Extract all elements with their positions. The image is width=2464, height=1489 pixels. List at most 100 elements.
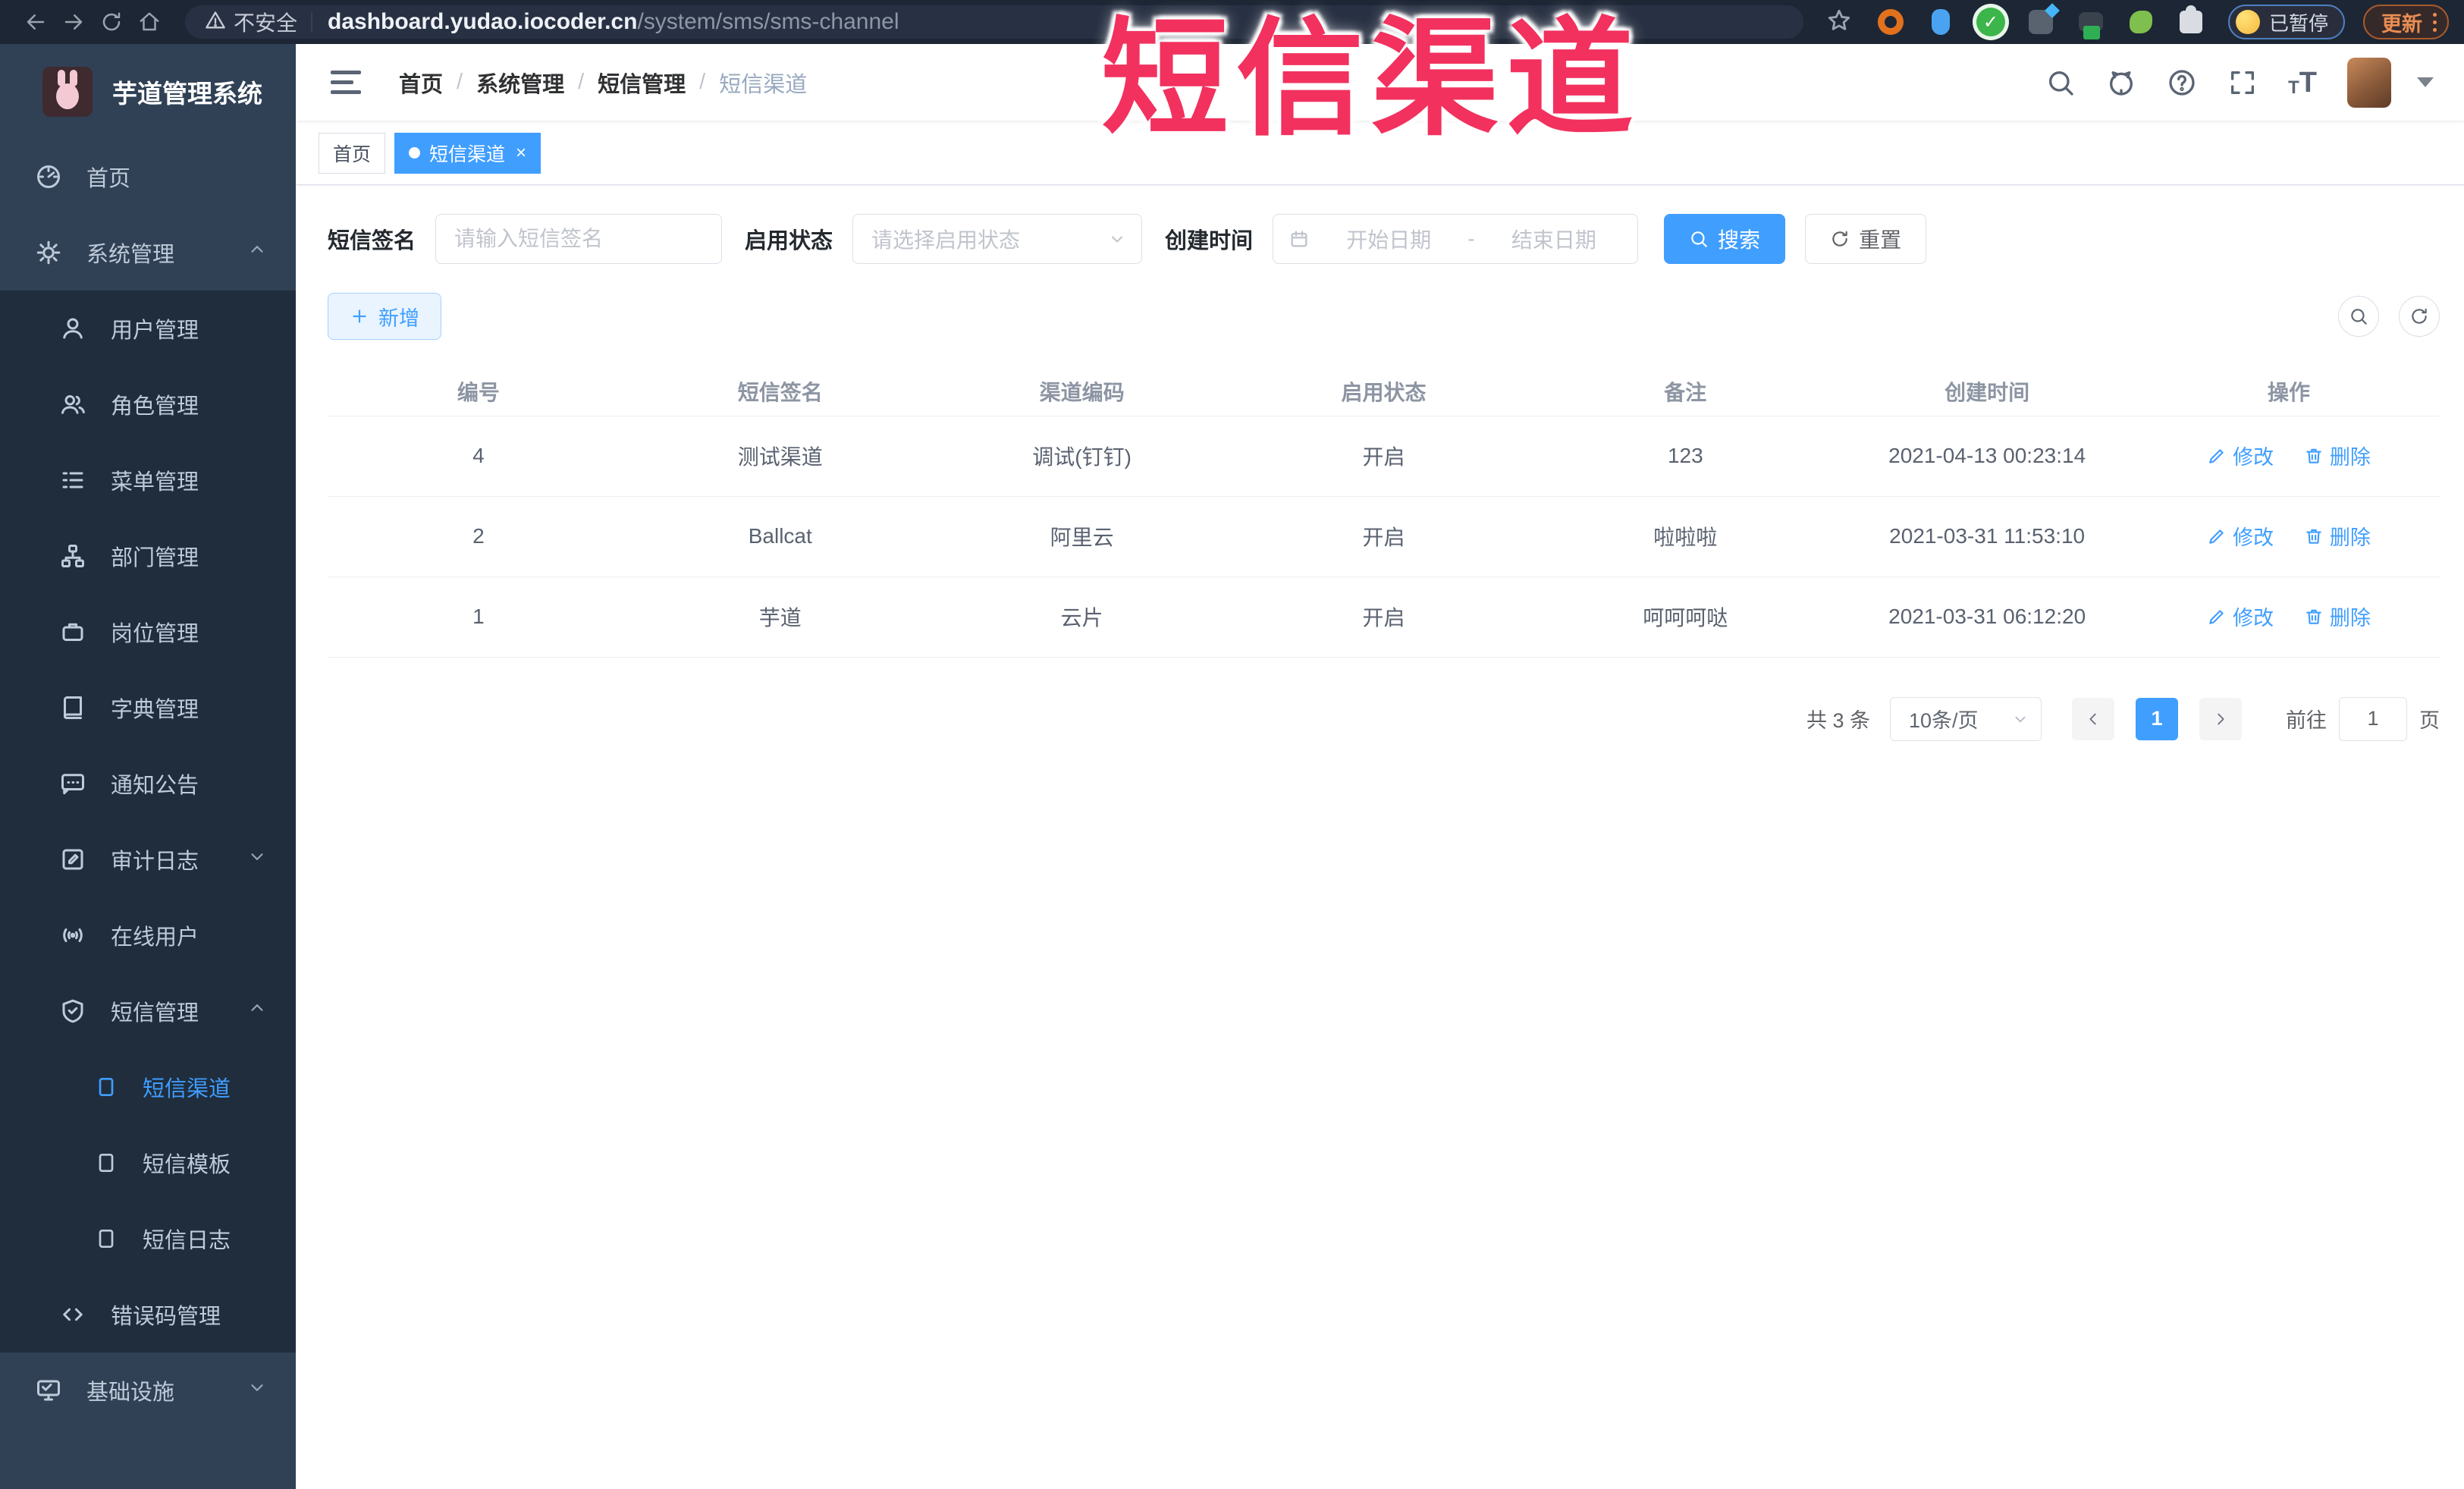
edit-link[interactable]: 修改 <box>2207 602 2274 631</box>
goto-page-input[interactable] <box>2339 696 2407 741</box>
search-button[interactable]: 搜索 <box>1664 214 1786 264</box>
delete-link[interactable]: 删除 <box>2304 521 2371 551</box>
cell-actions: 修改 删除 <box>2138 496 2440 577</box>
fullscreen-icon[interactable] <box>2227 68 2258 98</box>
close-icon[interactable]: × <box>516 143 526 162</box>
sidebar-item-label: 部门管理 <box>111 546 199 570</box>
security-label: 不安全 <box>234 11 298 35</box>
column-header: 备注 <box>1534 367 1837 416</box>
status-select[interactable]: 请选择启用状态 <box>852 214 1143 264</box>
page-1-button[interactable]: 1 <box>2136 697 2178 740</box>
delete-label: 删除 <box>2329 607 2371 630</box>
reset-button-label: 重置 <box>1859 228 1902 252</box>
sidebar-item-notices[interactable]: 通知公告 <box>0 746 296 821</box>
sidebar-item-menus[interactable]: 菜单管理 <box>0 442 296 518</box>
add-button[interactable]: 新增 <box>328 293 441 340</box>
extension-icon[interactable] <box>2175 5 2207 38</box>
refresh-table-button[interactable] <box>2399 296 2440 337</box>
sidebar-item-users[interactable]: 用户管理 <box>0 291 296 366</box>
font-size-icon[interactable]: TT <box>2288 68 2317 97</box>
prev-page-button[interactable] <box>2072 697 2114 740</box>
caret-down-icon[interactable] <box>2417 77 2434 87</box>
cell-id: 4 <box>328 416 629 497</box>
column-header: 编号 <box>328 367 629 416</box>
sidebar-item-sms-channel[interactable]: 短信渠道 <box>0 1049 296 1125</box>
file-icon <box>99 1154 114 1172</box>
breadcrumb-item[interactable]: 系统管理 <box>476 67 564 99</box>
delete-icon <box>2306 529 2321 544</box>
pagination: 共 3 条 10条/页 1 前往 页 <box>328 696 2440 741</box>
sidebar-item-audit-log[interactable]: 审计日志 <box>0 821 296 897</box>
file-icon <box>99 1230 114 1248</box>
forward-icon[interactable] <box>55 5 93 39</box>
signature-input[interactable] <box>435 214 723 264</box>
cell-code: 云片 <box>931 576 1233 658</box>
table-row: 1 芋道 云片 开启 呵呵呵哒 2021-03-31 06:12:20 修改 删… <box>328 576 2440 658</box>
chevron-up-icon <box>247 240 267 265</box>
cell-signature: Ballcat <box>629 496 931 577</box>
sidebar-item-sms-log[interactable]: 短信日志 <box>0 1201 296 1277</box>
sidebar-item-infrastructure[interactable]: 基础设施 <box>0 1352 296 1428</box>
sidebar-item-departments[interactable]: 部门管理 <box>0 518 296 594</box>
extension-icon[interactable] <box>2125 6 2157 38</box>
sidebar-item-online-users[interactable]: 在线用户 <box>0 897 296 973</box>
reset-button[interactable]: 重置 <box>1805 214 1927 264</box>
emoji-face-icon <box>2235 10 2260 34</box>
extension-icon[interactable] <box>1925 6 1957 38</box>
reload-icon[interactable] <box>93 5 130 39</box>
extension-icon[interactable]: ✓ <box>1975 6 2007 38</box>
extension-toolbar: ✓ <box>1875 3 2207 39</box>
sidebar-item-sms-template[interactable]: 短信模板 <box>0 1125 296 1201</box>
cell-created: 2021-04-13 00:23:14 <box>1836 416 2139 497</box>
signature-label: 短信签名 <box>328 229 416 253</box>
extension-icon[interactable] <box>2075 6 2107 39</box>
page-size-select[interactable]: 10条/页 <box>1890 696 2042 741</box>
avatar[interactable] <box>2347 57 2391 108</box>
url-bar[interactable]: 不安全 dashboard.yudao.iocoder.cn /system/s… <box>185 5 1803 39</box>
cell-signature: 测试渠道 <box>629 416 931 497</box>
delete-link[interactable]: 删除 <box>2304 602 2371 631</box>
sidebar-item-label: 通知公告 <box>111 774 199 798</box>
update-label: 更新 <box>2381 12 2422 36</box>
delete-icon <box>2306 448 2321 463</box>
tab-sms-channel[interactable]: 短信渠道 × <box>394 132 541 174</box>
extension-icon[interactable] <box>2025 3 2060 38</box>
sidebar-item-system[interactable]: 系统管理 <box>0 215 296 291</box>
sidebar-item-posts[interactable]: 岗位管理 <box>0 594 296 670</box>
back-icon[interactable] <box>17 5 55 39</box>
sidebar: 芋道管理系统 首页 系统管理 用户管理 角色管理 菜单管理 部门管理 岗位管理 … <box>0 44 296 1489</box>
sidebar-item-roles[interactable]: 角色管理 <box>0 366 296 442</box>
edit-link[interactable]: 修改 <box>2207 521 2274 551</box>
url-host: dashboard.yudao.iocoder.cn <box>328 9 638 34</box>
edit-link[interactable]: 修改 <box>2207 441 2274 470</box>
paused-badge[interactable]: 已暂停 <box>2227 5 2345 39</box>
tab-home[interactable]: 首页 <box>319 132 386 174</box>
breadcrumb-item[interactable]: 短信管理 <box>598 67 686 99</box>
tab-label: 首页 <box>333 143 372 165</box>
delete-link[interactable]: 删除 <box>2304 441 2371 470</box>
update-button[interactable]: 更新 <box>2363 5 2449 39</box>
sidebar-item-error-codes[interactable]: 错误码管理 <box>0 1277 296 1352</box>
toggle-search-button[interactable] <box>2338 296 2379 337</box>
chevron-left-icon <box>2089 713 2096 724</box>
kebab-menu-icon[interactable] <box>2433 12 2437 32</box>
cell-created: 2021-03-31 06:12:20 <box>1836 576 2139 658</box>
breadcrumb-item[interactable]: 首页 <box>399 67 443 99</box>
next-page-button[interactable] <box>2199 697 2242 740</box>
help-icon[interactable] <box>2167 68 2197 98</box>
sidebar-item-label: 短信日志 <box>143 1229 231 1253</box>
search-icon[interactable] <box>2045 68 2076 98</box>
sidebar-item-home[interactable]: 首页 <box>0 139 296 215</box>
github-icon[interactable] <box>2106 68 2136 98</box>
bookmark-star-icon[interactable] <box>1826 8 1852 37</box>
home-icon[interactable] <box>130 5 168 39</box>
app-logo[interactable]: 芋道管理系统 <box>0 44 296 139</box>
sidebar-item-sms[interactable]: 短信管理 <box>0 973 296 1049</box>
extension-icon[interactable] <box>1875 6 1907 38</box>
plus-icon <box>353 309 366 323</box>
date-range-picker[interactable]: 开始日期 - 结束日期 <box>1273 214 1639 264</box>
goto-label: 前往 <box>2286 709 2327 732</box>
book-icon <box>64 696 82 720</box>
hamburger-button[interactable] <box>323 63 369 102</box>
sidebar-item-dictionary[interactable]: 字典管理 <box>0 670 296 746</box>
